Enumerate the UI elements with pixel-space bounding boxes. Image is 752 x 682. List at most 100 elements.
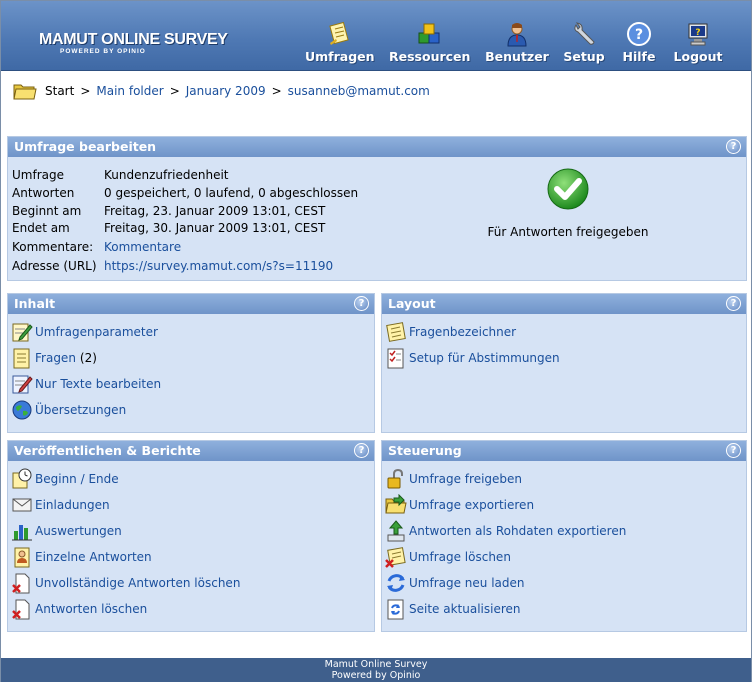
globe-icon (11, 399, 33, 421)
footer-line-2: Powered by Opinio (331, 670, 421, 681)
panel-header: Steuerung ? (382, 441, 746, 461)
edit-text-icon (11, 373, 33, 395)
item-label: Antworten löschen (35, 602, 148, 616)
control-panel: Steuerung ? Umfrage freigeben Umfrage ex… (381, 440, 747, 632)
item-label: Einzelne Antworten (35, 550, 152, 564)
top-header: MAMUT ONLINE SURVEY POWERED BY OPINIO Um… (1, 1, 751, 71)
help-icon[interactable]: ? (354, 296, 369, 311)
export-folder-icon (385, 493, 407, 516)
question-labels-icon (385, 321, 407, 343)
delete-responses-link[interactable]: Antworten löschen (11, 598, 147, 620)
survey-url-link[interactable]: https://survey.mamut.com/s?s=11190 (104, 259, 333, 273)
panel-title: Umfrage bearbeiten (14, 139, 157, 154)
question-labels-link[interactable]: Fragenbezeichner (385, 321, 516, 343)
item-label: Umfragenparameter (35, 325, 158, 339)
nav-label: Logout (673, 49, 723, 64)
nav-label: Benutzer (485, 49, 549, 64)
invitations-link[interactable]: Einladungen (11, 494, 110, 516)
breadcrumb-separator: > (271, 84, 282, 98)
single-response-icon (11, 546, 33, 568)
nav-umfragen[interactable]: Umfragen (305, 21, 375, 67)
info-value: Freitag, 30. Januar 2009 13:01, CEST (104, 221, 326, 235)
item-label: Umfrage löschen (409, 550, 511, 564)
translations-link[interactable]: Übersetzungen (11, 399, 126, 421)
export-survey-link[interactable]: Umfrage exportieren (385, 493, 534, 516)
envelope-icon (11, 494, 33, 516)
questions-count: (2) (79, 351, 97, 365)
breadcrumb-separator: > (80, 84, 91, 98)
publish-reports-panel: Veröffentlichen & Berichte ? Beginn / En… (7, 440, 375, 632)
release-survey-link[interactable]: Umfrage freigeben (385, 468, 522, 490)
breadcrumb-january-2009[interactable]: January 2009 (186, 84, 266, 98)
comments-link[interactable]: Kommentare (104, 240, 181, 254)
breadcrumb: Start > Main folder > January 2009 > sus… (13, 79, 430, 103)
panel-header: Veröffentlichen & Berichte ? (8, 441, 374, 461)
status-text: Für Antworten freigegeben (487, 225, 649, 239)
logo-subtitle: POWERED BY OPINIO (60, 48, 146, 55)
item-label: Antworten als Rohdaten exportieren (409, 524, 627, 538)
nav-benutzer[interactable]: Benutzer (485, 21, 549, 67)
survey-parameters-link[interactable]: Umfragenparameter (11, 321, 158, 343)
reload-icon (385, 572, 407, 594)
start-end-link[interactable]: Beginn / Ende (11, 468, 119, 490)
help-icon[interactable]: ? (726, 139, 741, 154)
delete-responses-icon (11, 598, 33, 620)
breadcrumb-main-folder[interactable]: Main folder (96, 84, 163, 98)
questions-link[interactable]: Fragen (2) (11, 347, 97, 369)
poll-setup-link[interactable]: Setup für Abstimmungen (385, 347, 560, 369)
nav-label: Ressourcen (389, 49, 471, 64)
info-label: Antworten (12, 186, 75, 200)
help-icon: ? (626, 21, 652, 47)
panel-title: Veröffentlichen & Berichte (14, 443, 201, 458)
svg-text:?: ? (635, 27, 643, 43)
folder-icon (13, 81, 37, 101)
nav-hilfe[interactable]: ? Hilfe (619, 21, 659, 67)
item-label: Setup für Abstimmungen (409, 351, 560, 365)
checklist-icon (385, 347, 407, 369)
export-raw-data-link[interactable]: Antworten als Rohdaten exportieren (385, 520, 626, 542)
nav-label: Hilfe (622, 49, 656, 64)
info-label: Umfrage (12, 168, 64, 182)
help-icon[interactable]: ? (354, 443, 369, 458)
content-panel: Inhalt ? Umfragenparameter Fragen (2) Nu… (7, 293, 375, 433)
item-label: Unvollständige Antworten löschen (35, 576, 241, 590)
item-label: Seite aktualisieren (409, 602, 521, 616)
delete-survey-link[interactable]: Umfrage löschen (385, 546, 511, 568)
breadcrumb-user[interactable]: susanneb@mamut.com (288, 84, 430, 98)
user-icon (504, 21, 530, 47)
item-label: Umfrage neu laden (409, 576, 525, 590)
delete-incomplete-icon (11, 572, 33, 594)
single-responses-link[interactable]: Einzelne Antworten (11, 546, 152, 568)
unlock-icon (385, 468, 407, 490)
analyses-link[interactable]: Auswertungen (11, 520, 122, 542)
bar-chart-icon (11, 520, 33, 542)
edit-texts-link[interactable]: Nur Texte bearbeiten (11, 373, 161, 395)
help-icon[interactable]: ? (726, 443, 741, 458)
edit-survey-panel: Umfrage bearbeiten ? Umfrage Kundenzufri… (7, 136, 747, 281)
footer: Mamut Online Survey Powered by Opinio (1, 658, 751, 682)
info-label: Kommentare: (12, 240, 94, 254)
delete-incomplete-link[interactable]: Unvollständige Antworten löschen (11, 572, 240, 594)
panel-title: Steuerung (388, 443, 462, 458)
nav-setup[interactable]: Setup (561, 21, 607, 67)
item-label: Nur Texte bearbeiten (35, 377, 162, 391)
panel-title: Layout (388, 296, 436, 311)
help-icon[interactable]: ? (726, 296, 741, 311)
delete-survey-icon (385, 546, 407, 568)
clock-icon (11, 468, 33, 490)
survey-icon (326, 21, 352, 47)
breadcrumb-separator: > (169, 84, 180, 98)
item-label: Einladungen (35, 498, 110, 512)
edit-params-icon (11, 321, 33, 343)
wrench-icon (571, 21, 597, 47)
item-label: Fragenbezeichner (409, 325, 517, 339)
panel-header: Layout ? (382, 294, 746, 314)
refresh-page-link[interactable]: Seite aktualisieren (385, 598, 521, 620)
nav-label: Umfragen (305, 49, 375, 64)
item-label: Übersetzungen (35, 403, 127, 417)
nav-ressourcen[interactable]: Ressourcen (389, 21, 471, 67)
nav-logout[interactable]: ? Logout (671, 21, 725, 67)
questions-icon (11, 347, 33, 369)
reload-survey-link[interactable]: Umfrage neu laden (385, 572, 525, 594)
item-label: Auswertungen (35, 524, 122, 538)
